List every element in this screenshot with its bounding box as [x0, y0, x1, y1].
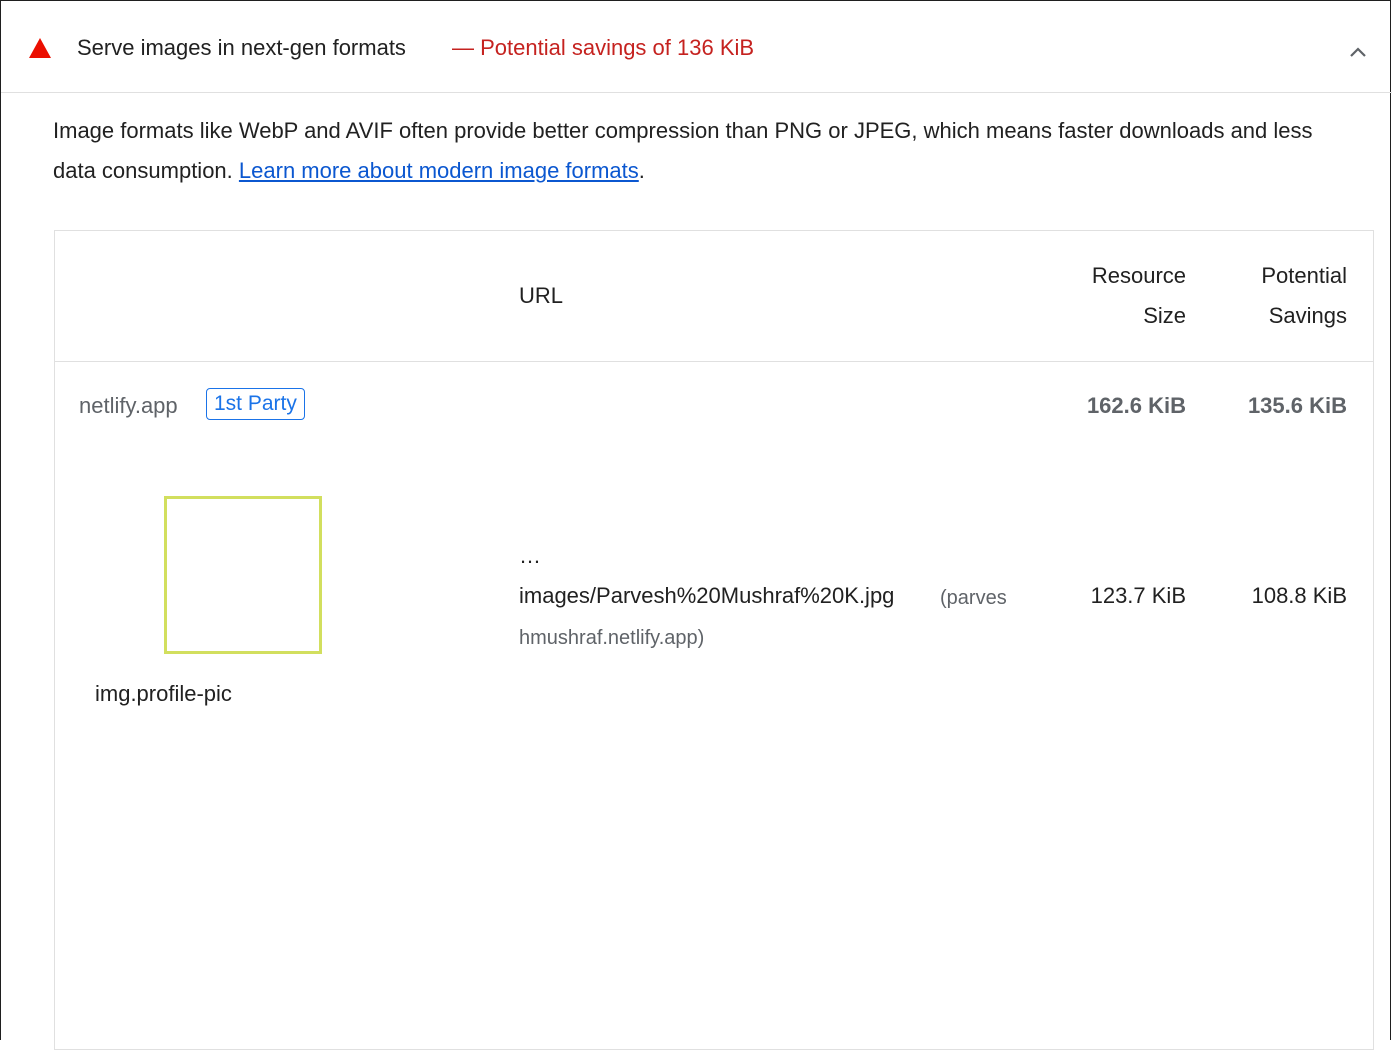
column-header-url: URL — [519, 283, 564, 308]
column-header-potential-savings-line1: Potential — [1261, 263, 1347, 288]
group-resource-size: 162.6 KiB — [1086, 393, 1186, 418]
description-end: . — [638, 158, 645, 183]
entity-group-row: netlify.app 1st Party 162.6 KiB 135.6 Ki… — [55, 362, 1373, 452]
details-table: URL Resource Size Potential Savings netl… — [54, 230, 1374, 1050]
audit-title: Serve images in next-gen formats — [77, 35, 406, 60]
chevron-up-icon[interactable] — [1346, 41, 1370, 65]
resource-host-part1: (parves — [940, 587, 1007, 609]
table-header: URL Resource Size Potential Savings — [55, 231, 1373, 362]
table-row: img.profile-pic … images/Parvesh%20Mushr… — [55, 452, 1373, 752]
column-header-resource-size-line2: Size — [1143, 303, 1186, 328]
node-label[interactable]: img.profile-pic — [95, 681, 232, 707]
item-resource-size: 123.7 KiB — [1090, 583, 1186, 608]
item-potential-savings: 108.8 KiB — [1251, 583, 1347, 608]
column-header-resource-size-line1: Resource — [1091, 263, 1186, 288]
learn-more-link[interactable]: Learn more about modern image formats — [239, 158, 639, 183]
audit-panel: Serve images in next-gen formats — Poten… — [0, 0, 1392, 1050]
warning-triangle-icon — [29, 38, 51, 58]
group-potential-savings: 135.6 KiB — [1247, 393, 1347, 418]
resource-url[interactable]: images/Parvesh%20Mushraf%20K.jpg — [519, 576, 894, 616]
audit-header[interactable]: Serve images in next-gen formats — Poten… — [1, 1, 1392, 93]
column-header-resource-size: Resource Size — [1092, 256, 1186, 336]
audit-savings: — Potential savings of 136 KiB — [452, 35, 755, 60]
url-prefix-ellipsis: … — [519, 543, 541, 568]
entity-name: netlify.app — [79, 393, 178, 418]
first-party-badge: 1st Party — [206, 388, 305, 420]
column-header-potential-savings-line2: Savings — [1268, 303, 1347, 328]
image-thumbnail[interactable] — [164, 496, 322, 654]
resource-host-part2: hmushraf.netlify.app) — [519, 627, 705, 649]
column-header-potential-savings: Potential Savings — [1261, 256, 1347, 336]
audit-description: Image formats like WebP and AVIF often p… — [53, 111, 1353, 191]
